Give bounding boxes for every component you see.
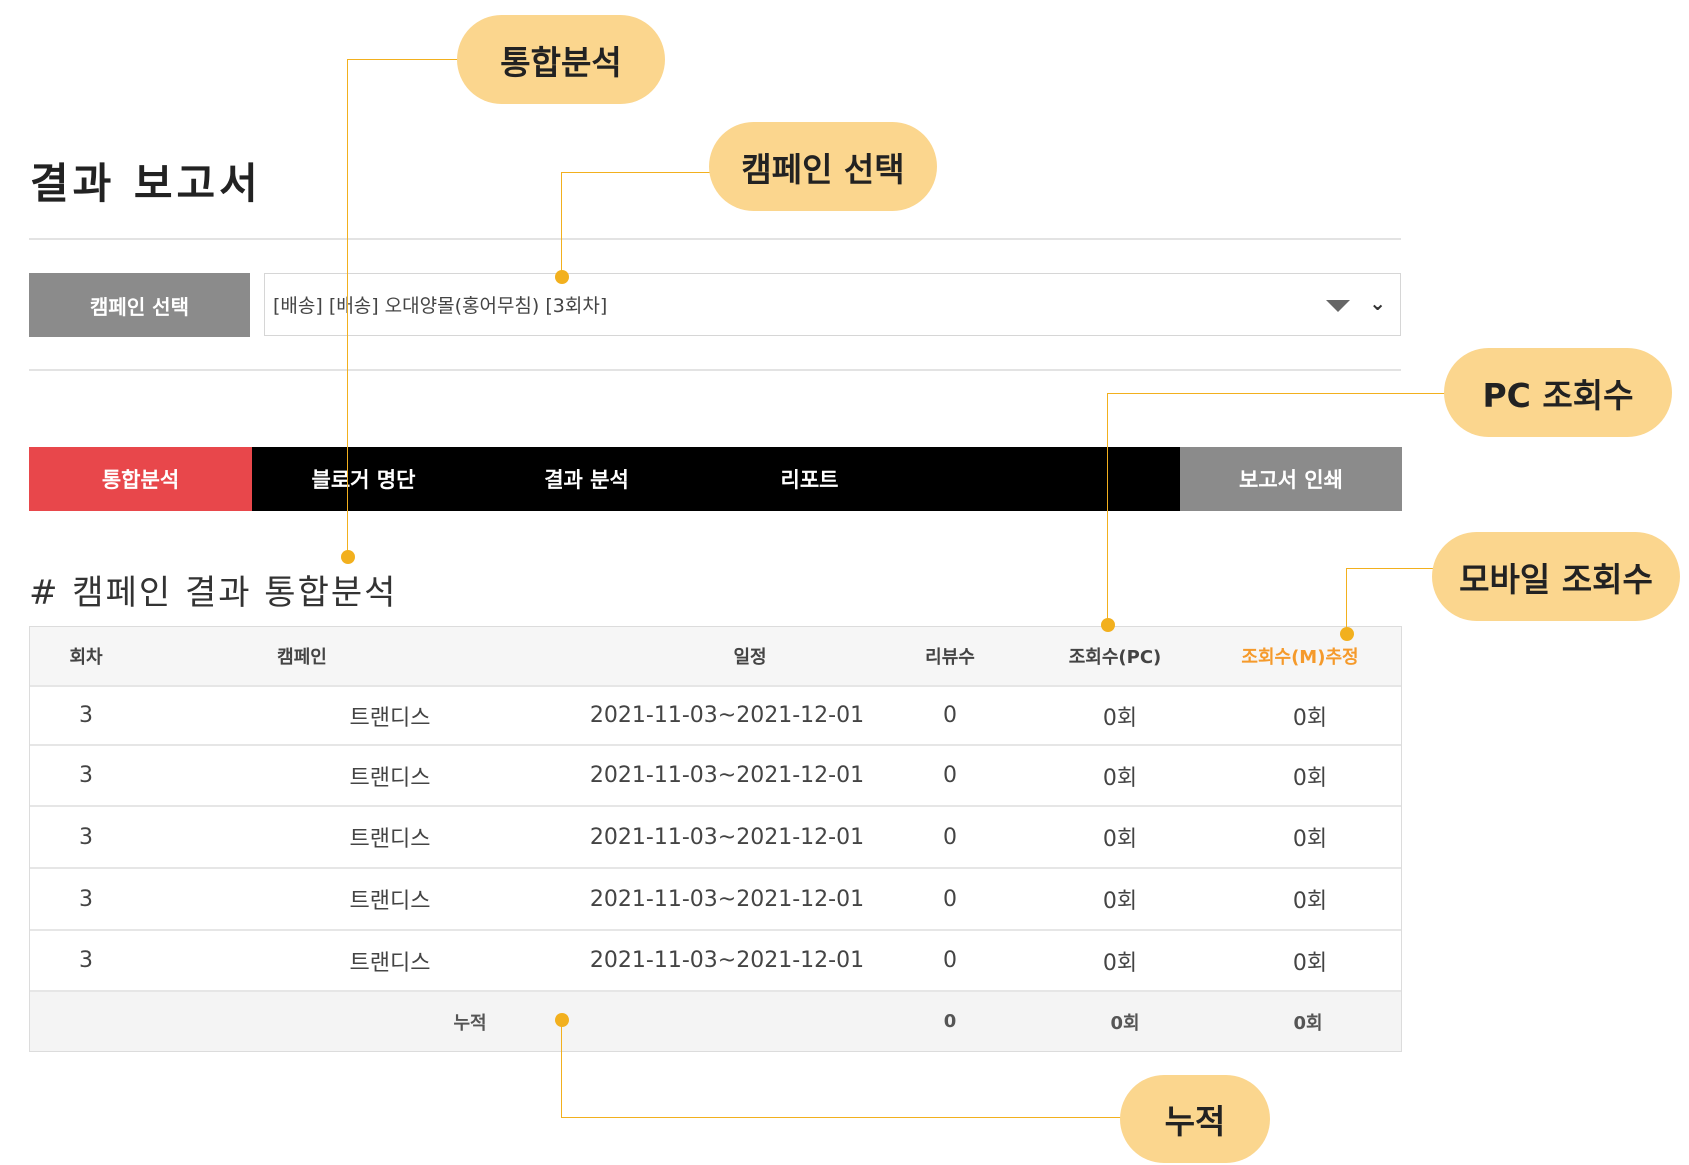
- callout-line: [561, 172, 562, 277]
- cell-total-pc-views: 0회: [1110, 1012, 1140, 1034]
- tab-bar: 통합분석 블로거 명단 결과 분석 리포트 보고서 인쇄: [29, 447, 1402, 511]
- campaign-select-label: 캠페인 선택: [29, 273, 250, 337]
- callout-mobile-views: 모바일 조회수: [1432, 532, 1680, 621]
- cell-mobile-views: 0회: [1292, 950, 1328, 976]
- callout-dot: [1101, 618, 1115, 632]
- cell-pc-views: 0회: [1102, 889, 1138, 914]
- divider: [29, 369, 1401, 371]
- callout-line: [1107, 393, 1108, 624]
- callout-line: [1346, 568, 1347, 633]
- section-title: # 캠페인 결과 통합분석: [29, 573, 398, 613]
- cell-reviews: 0: [943, 703, 957, 728]
- table-row: 3 트랜디스 2021-11-03~2021-12-01 0 0회 0회: [30, 687, 1401, 746]
- callout-line: [561, 172, 711, 173]
- results-table: 회차 캠페인 일정 리뷰수 조회수(PC) 조회수(M)추정 3 트랜디스 20…: [29, 626, 1402, 1052]
- callout-integrated-analysis: 통합분석: [457, 15, 665, 104]
- cell-round: 3: [79, 824, 93, 850]
- header-pc-views: 조회수(PC): [1068, 647, 1162, 668]
- cell-schedule: 2021-11-03~2021-12-01: [589, 703, 865, 728]
- dropdown-triangle-icon: [1326, 300, 1350, 312]
- cell-schedule: 2021-11-03~2021-12-01: [589, 948, 865, 973]
- chevron-down-icon: ⌄: [1369, 291, 1386, 315]
- tab-blogger-list[interactable]: 블로거 명단: [252, 447, 475, 511]
- callout-line: [1107, 393, 1447, 394]
- cell-pc-views: 0회: [1102, 705, 1138, 731]
- cell-pc-views: 0회: [1102, 765, 1138, 791]
- cell-schedule: 2021-11-03~2021-12-01: [589, 824, 865, 850]
- cell-schedule: 2021-11-03~2021-12-01: [589, 886, 865, 912]
- divider: [29, 238, 1401, 240]
- cell-round: 3: [79, 703, 93, 728]
- header-mobile-views: 조회수(M)추정: [1241, 647, 1359, 668]
- callout-dot: [1340, 627, 1354, 641]
- page-title: 결과 보고서: [30, 159, 262, 208]
- table-row: 3 트랜디스 2021-11-03~2021-12-01 0 0회 0회: [30, 869, 1401, 931]
- callout-line: [561, 1117, 1121, 1118]
- cell-total-mobile-views: 0회: [1293, 1012, 1323, 1034]
- callout-line: [347, 59, 460, 60]
- callout-dot: [555, 270, 569, 284]
- header-campaign: 캠페인: [277, 647, 327, 668]
- cell-reviews: 0: [943, 824, 957, 850]
- table-row: 3 트랜디스 2021-11-03~2021-12-01 0 0회 0회: [30, 746, 1401, 807]
- table-total-row: 누적 0 0회 0회: [30, 992, 1401, 1051]
- cell-reviews: 0: [943, 886, 957, 912]
- cell-reviews: 0: [943, 948, 957, 973]
- callout-dot: [555, 1013, 569, 1027]
- cell-mobile-views: 0회: [1292, 889, 1328, 914]
- header-reviews: 리뷰수: [925, 647, 975, 668]
- callout-pc-views: PC 조회수: [1444, 348, 1672, 437]
- cell-round: 3: [79, 948, 93, 973]
- cell-round: 3: [79, 763, 93, 788]
- callout-dot: [341, 550, 355, 564]
- callout-cumulative: 누적: [1120, 1075, 1270, 1163]
- table-header-row: 회차 캠페인 일정 리뷰수 조회수(PC) 조회수(M)추정: [30, 627, 1401, 687]
- cell-total-reviews: 0: [943, 1011, 957, 1032]
- cell-mobile-views: 0회: [1292, 705, 1328, 731]
- table-row: 3 트랜디스 2021-11-03~2021-12-01 0 0회 0회: [30, 931, 1401, 992]
- callout-line: [1346, 568, 1436, 569]
- cell-campaign: 트랜디스: [349, 765, 431, 791]
- cell-campaign: 트랜디스: [349, 705, 431, 731]
- tab-report[interactable]: 리포트: [698, 447, 921, 511]
- campaign-select-dropdown[interactable]: [배송] [배송] 오대양몰(홍어무침) [3회차] ⌄: [264, 273, 1401, 336]
- tab-result-analysis[interactable]: 결과 분석: [475, 447, 698, 511]
- cell-schedule: 2021-11-03~2021-12-01: [589, 763, 865, 788]
- cell-campaign: 트랜디스: [349, 950, 431, 976]
- cell-total-label: 누적: [453, 1012, 487, 1034]
- campaign-select-value: [배송] [배송] 오대양몰(홍어무침) [3회차]: [273, 295, 608, 317]
- cell-mobile-views: 0회: [1292, 827, 1328, 852]
- callout-line: [347, 59, 348, 557]
- callout-campaign-select: 캠페인 선택: [709, 122, 937, 211]
- callout-line: [561, 1020, 562, 1118]
- tab-integrated-analysis[interactable]: 통합분석: [29, 447, 252, 511]
- cell-reviews: 0: [943, 763, 957, 788]
- cell-pc-views: 0회: [1102, 827, 1138, 852]
- table-row: 3 트랜디스 2021-11-03~2021-12-01 0 0회 0회: [30, 807, 1401, 869]
- cell-campaign: 트랜디스: [349, 827, 431, 852]
- cell-campaign: 트랜디스: [349, 889, 431, 914]
- cell-mobile-views: 0회: [1292, 765, 1328, 791]
- print-report-button[interactable]: 보고서 인쇄: [1180, 447, 1402, 511]
- cell-round: 3: [79, 886, 93, 912]
- cell-pc-views: 0회: [1102, 950, 1138, 976]
- header-round: 회차: [69, 647, 103, 668]
